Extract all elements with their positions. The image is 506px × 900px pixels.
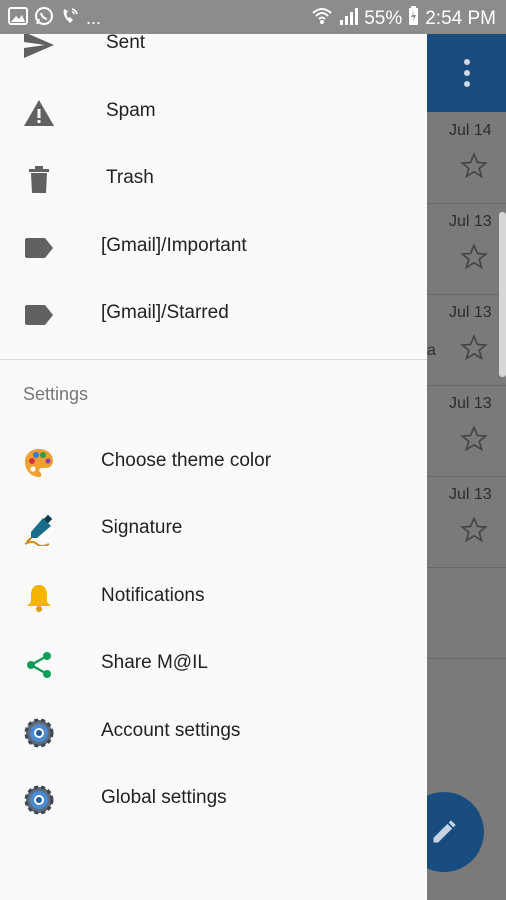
drawer-item-label: Global settings [101,787,227,808]
star-icon[interactable] [460,243,488,276]
navigation-drawer: Sent Spam Trash [Gmail]/Important [Gmail… [0,32,427,900]
divider [0,359,427,360]
drawer-item-label: Choose theme color [101,450,272,471]
more-notifications-icon: ... [86,8,102,28]
label-icon [22,231,56,265]
signature-pen-icon [22,513,56,547]
star-icon[interactable] [460,425,488,458]
gear-icon [22,716,56,750]
drawer-item-label: Share M@IL [101,652,208,673]
star-icon[interactable] [460,334,488,367]
drawer-item-label: Spam [106,100,156,121]
drawer-item-label: Notifications [101,585,205,606]
status-bar: ... 55% 2:54 PM [0,0,506,34]
gear-icon [22,783,56,817]
message-snippet: a [427,342,436,359]
drawer-item-global-settings[interactable]: Global settings [0,766,427,833]
message-date: Jul 13 [449,304,492,321]
message-date: Jul 13 [449,395,492,412]
signal-icon [338,7,359,31]
missed-call-icon [60,6,80,31]
palette-icon [22,446,56,480]
gallery-icon [8,7,28,30]
drawer-item-label: Trash [106,167,154,188]
drawer-item-theme-color[interactable]: Choose theme color [0,429,427,496]
settings-section-header: Settings [23,384,89,404]
list-item[interactable]: Jul 13 a [427,294,506,386]
whatsapp-icon [34,6,54,31]
share-icon [22,648,56,682]
list-item[interactable] [427,567,506,659]
drawer-item-share[interactable]: Share M@IL [0,631,427,698]
drawer-item-label: Account settings [101,720,241,741]
star-icon[interactable] [460,516,488,549]
clock: 2:54 PM [425,8,496,29]
warning-icon [22,96,56,130]
list-item[interactable]: Jul 14 [427,112,506,204]
drawer-item-notifications[interactable]: Notifications [0,564,427,631]
star-icon[interactable] [460,152,488,185]
drawer-item-trash[interactable]: Trash [0,146,427,213]
drawer-item-signature[interactable]: Signature [0,496,427,563]
list-item[interactable]: Jul 13 [427,385,506,477]
message-date: Jul 13 [449,486,492,503]
label-icon [22,298,56,332]
message-date: Jul 13 [449,213,492,230]
drawer-item-spam[interactable]: Spam [0,79,427,146]
drawer-item-important[interactable]: [Gmail]/Important [0,214,427,281]
drawer-item-account-settings[interactable]: Account settings [0,699,427,766]
drawer-item-starred[interactable]: [Gmail]/Starred [0,281,427,348]
message-list: Jul 14 Jul 13 Jul 13 a Jul 13 Jul 13 [427,112,506,900]
list-item[interactable]: Jul 13 [427,203,506,295]
battery-charging-icon [408,6,419,32]
scrollbar[interactable] [499,212,506,377]
trash-icon [22,163,56,197]
battery-percent: 55% [364,8,403,29]
drawer-item-label: Sent [106,32,146,53]
list-item[interactable]: Jul 13 [427,476,506,568]
message-date: Jul 14 [449,122,492,139]
wifi-icon [312,7,332,31]
overflow-menu-icon[interactable] [461,58,473,93]
drawer-item-label: [Gmail]/Starred [101,302,229,323]
drawer-item-label: [Gmail]/Important [101,235,247,256]
bell-icon [22,581,56,615]
edit-pencil-icon [433,820,456,843]
drawer-item-label: Signature [101,517,183,538]
